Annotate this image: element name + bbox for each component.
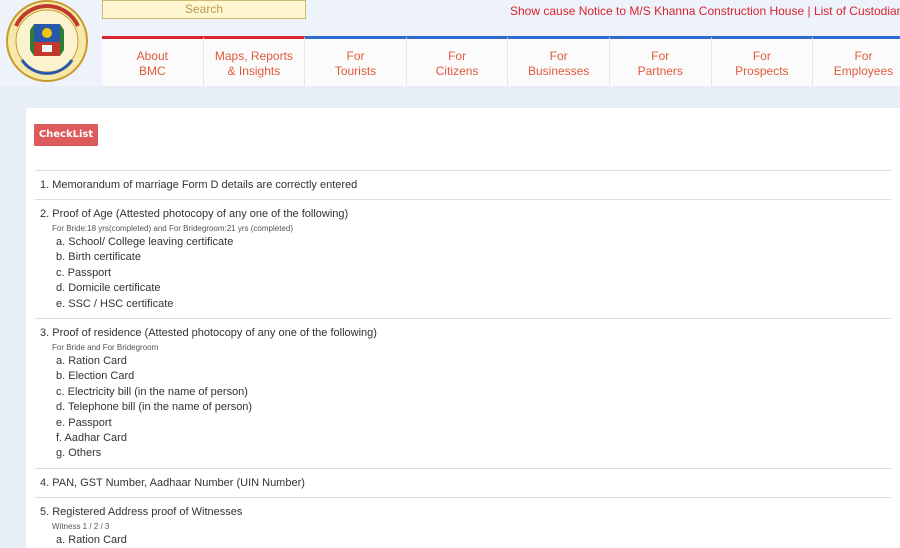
checklist-option: b. Election Card xyxy=(56,370,135,383)
nav-for-businesses[interactable]: For Businesses xyxy=(508,36,610,86)
checklist-option: e. Passport xyxy=(56,416,112,429)
nav-for-citizens[interactable]: For Citizens xyxy=(406,36,509,86)
nav-label-line2: Employees xyxy=(833,63,894,78)
checklist-item-title: 5. Registered Address proof of Witnesses xyxy=(40,505,243,518)
checklist-item: 3. Proof of residence (Attested photocop… xyxy=(35,318,891,468)
checklist-item-note: Witness 1 / 2 / 3 xyxy=(52,521,110,531)
checklist-item-title: 3. Proof of residence (Attested photocop… xyxy=(40,327,377,340)
checklist-item-note: For Bride:18 yrs(completed) and For Brid… xyxy=(52,224,293,233)
nav-maps-reports[interactable]: Maps, Reports & Insights xyxy=(203,36,306,86)
checklist-item: 5. Registered Address proof of Witnesses… xyxy=(35,496,891,548)
checklist-option: d. Domicile certificate xyxy=(56,282,161,295)
nav-for-prospects[interactable]: For Prospects xyxy=(711,36,814,86)
checklist-option: d. Telephone bill (in the name of person… xyxy=(56,401,253,414)
nav-label-line1: For xyxy=(448,48,467,63)
checklist-option: c. Passport xyxy=(56,266,112,279)
nav-for-partners[interactable]: For Partners xyxy=(609,36,712,86)
checklist-option: e. SSC / HSC certificate xyxy=(56,297,174,310)
nav-label-line1: For xyxy=(651,48,670,63)
nav-label-line2: Citizens xyxy=(435,63,479,78)
nav-for-employees[interactable]: For Employees xyxy=(813,36,900,86)
checklist-item-title: 4. PAN, GST Number, Aadhaar Number (UIN … xyxy=(40,476,305,489)
search-input[interactable]: Search xyxy=(102,0,306,19)
checklist-option: a. Ration Card xyxy=(56,355,127,368)
nav-label-line1: For xyxy=(346,48,365,63)
checklist-item-title: 2. Proof of Age (Attested photocopy of a… xyxy=(40,208,349,220)
checklist: 1. Memorandum of marriage Form D details… xyxy=(35,170,891,548)
checklist-item: 2. Proof of Age (Attested photocopy of a… xyxy=(35,199,891,318)
news-ticker[interactable]: Show cause Notice to M/S Khanna Construc… xyxy=(510,3,900,19)
nav-about-bmc[interactable]: About BMC xyxy=(102,36,204,86)
nav-label-line1: About xyxy=(136,48,168,63)
nav-for-tourists[interactable]: For Tourists xyxy=(305,36,407,86)
checklist-item-title: 1. Memorandum of marriage Form D details… xyxy=(40,179,358,191)
nav-label-line1: For xyxy=(752,48,771,63)
main-nav: About BMC Maps, Reports & Insights For Tour… xyxy=(102,36,900,86)
nav-label-line2: Tourists xyxy=(334,63,377,78)
nav-label-line1: For xyxy=(549,48,568,63)
checklist-panel: CheckList 1. Memorandum of marriage Form… xyxy=(26,108,900,548)
nav-label-line2: Partners xyxy=(637,63,683,78)
bmc-logo[interactable] xyxy=(4,0,90,82)
checklist-item: 4. PAN, GST Number, Aadhaar Number (UIN … xyxy=(35,467,891,497)
checklist-button[interactable]: CheckList xyxy=(34,124,98,146)
checklist-option: g. Others xyxy=(56,447,102,460)
checklist-option: f. Aadhar Card xyxy=(56,432,127,445)
checklist-option: a. Ration Card xyxy=(56,533,127,546)
checklist-option: a. School/ College leaving certificate xyxy=(56,236,234,248)
checklist-item: 1. Memorandum of marriage Form D details… xyxy=(35,170,891,199)
nav-label-line2: Businesses xyxy=(527,63,590,78)
nav-label-line2: Prospects xyxy=(735,63,789,78)
nav-label-line1: Maps, Reports xyxy=(214,48,293,63)
checklist-option: b. Birth certificate xyxy=(56,251,141,264)
nav-label-line2: & Insights xyxy=(227,63,281,78)
checklist-option: c. Electricity bill (in the name of pers… xyxy=(56,385,248,398)
site-header: Search Show cause Notice to M/S Khanna C… xyxy=(0,0,900,86)
nav-label-line2: BMC xyxy=(138,63,166,78)
nav-label-line1: For xyxy=(854,48,873,63)
checklist-item-note: For Bride and For Bridegroom xyxy=(52,343,159,353)
